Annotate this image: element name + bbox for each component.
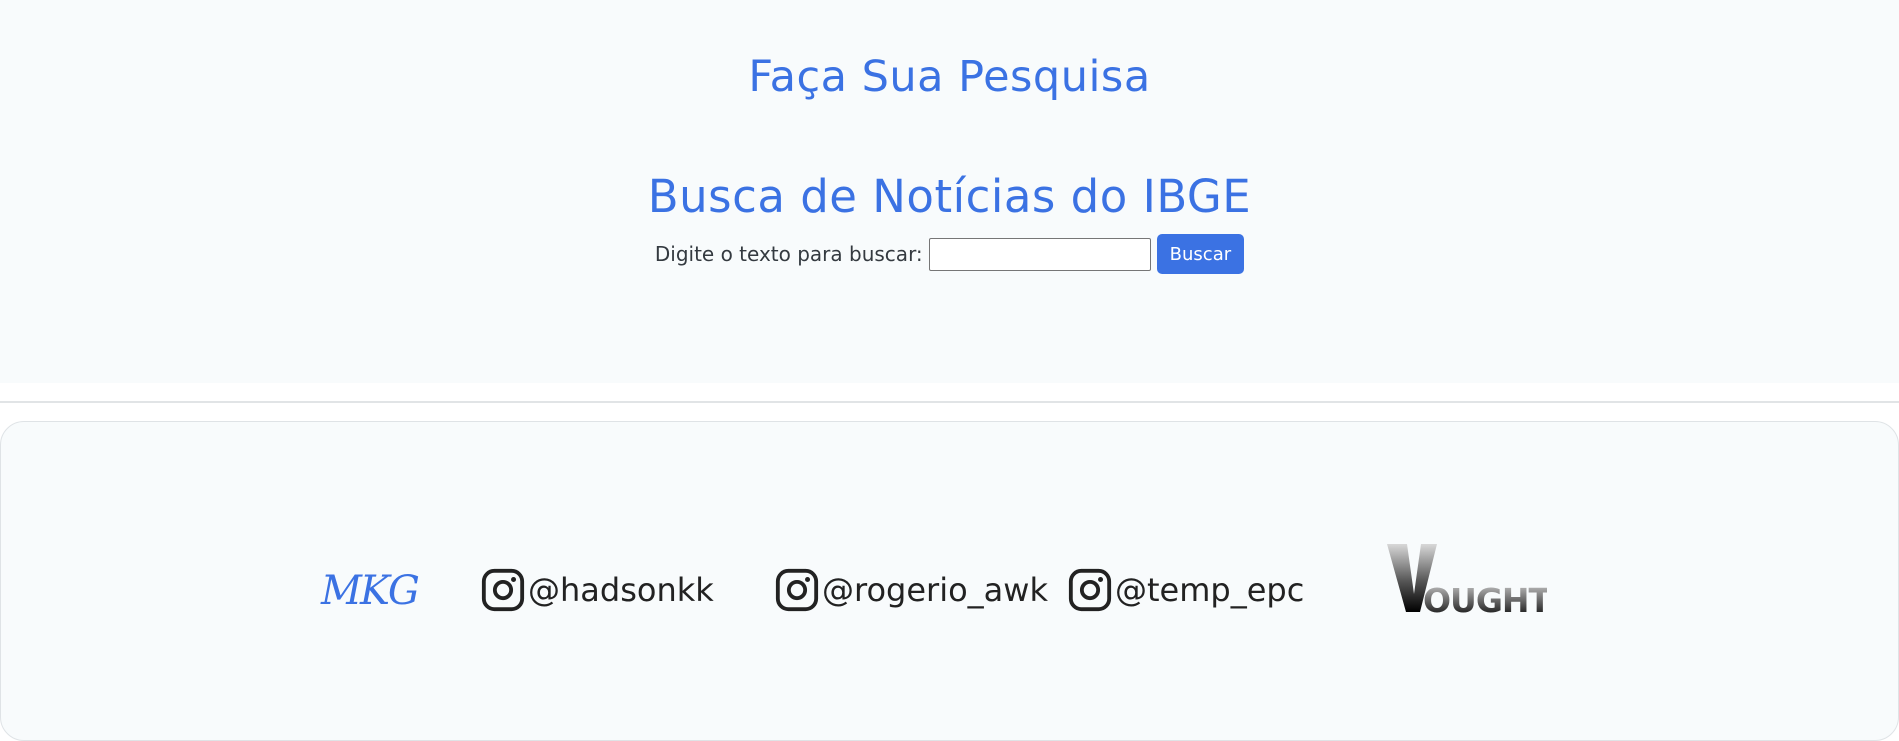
vought-logo: OUGHT [1387,544,1547,616]
section-divider [0,401,1899,403]
instagram-icon [1068,568,1112,612]
search-button[interactable]: Buscar [1156,234,1245,274]
instagram-handle: @rogerio_awk [822,571,1048,609]
social-link-hadsonkk[interactable]: @hadsonkk [480,567,714,613]
instagram-handle: @hadsonkk [528,571,714,609]
search-form: Digite o texto para buscar: Buscar [0,234,1899,274]
search-heading: Busca de Notícias do IBGE [647,170,1252,223]
instagram-icon [481,568,525,612]
search-input[interactable] [928,237,1151,271]
footer: MKG @hadsonkk @rogerio_awk @temp_epc OUG… [0,421,1899,741]
instagram-icon [775,568,819,612]
search-section: Faça Sua Pesquisa Busca de Notícias do I… [0,0,1899,383]
page-title: Faça Sua Pesquisa [748,52,1151,102]
search-label: Digite o texto para buscar: [654,242,923,266]
social-link-temp_epc[interactable]: @temp_epc [1067,567,1304,613]
instagram-handle: @temp_epc [1115,571,1305,609]
social-link-rogerio_awk[interactable]: @rogerio_awk [774,567,1048,613]
mkg-logo: MKG [321,568,420,614]
svg-text:OUGHT: OUGHT [1423,581,1547,616]
